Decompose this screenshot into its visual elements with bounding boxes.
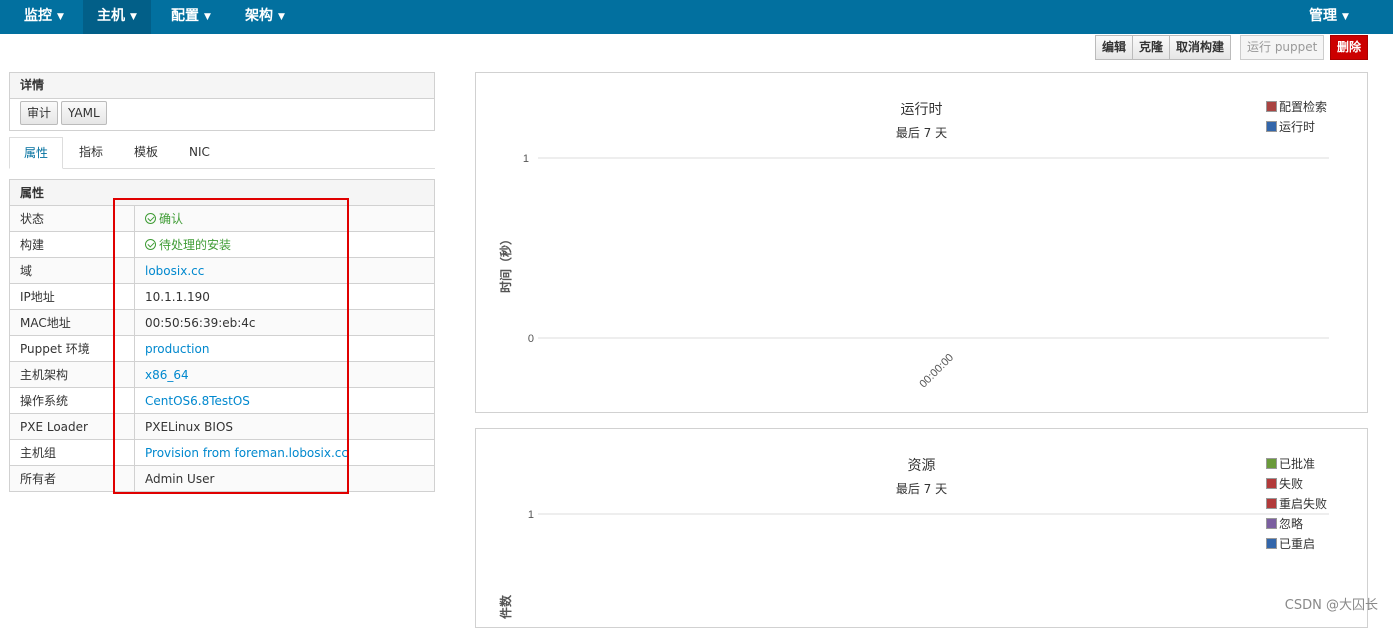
table-row: IP地址 10.1.1.190 [9, 283, 435, 310]
nav-infrastructure[interactable]: 架构 ▼ [231, 0, 299, 34]
runtime-chart-panel: 运行时 最后 7 天 配置检索 运行时 1 0 时间（秒） 00:00:00 [475, 72, 1368, 413]
resources-chart-svg: 1 件数 [498, 509, 1329, 619]
architecture-link[interactable]: x86_64 [134, 361, 435, 388]
property-key: 状态 [9, 205, 135, 232]
clone-button[interactable]: 克隆 [1133, 35, 1171, 60]
nav-infrastructure-label: 架构 [245, 8, 273, 24]
property-key: MAC地址 [9, 309, 135, 336]
host-tabs: 属性 指标 模板 NIC [9, 137, 435, 169]
table-row: 操作系统 CentOS6.8TestOS [9, 387, 435, 414]
property-key: 所有者 [9, 465, 135, 492]
owner-value: Admin User [134, 465, 435, 492]
property-key: 主机组 [9, 439, 135, 466]
nav-admin-label: 管理 [1309, 8, 1337, 24]
y-tick-label: 1 [528, 509, 534, 521]
property-key: 操作系统 [9, 387, 135, 414]
watermark: CSDN @大囚长 [1284, 598, 1378, 613]
tab-properties[interactable]: 属性 [9, 137, 64, 169]
property-value-build: 待处理的安装 [134, 231, 435, 258]
table-row: PXE Loader PXELinux BIOS [9, 413, 435, 440]
table-row: 构建 待处理的安装 [9, 231, 435, 258]
property-key: 域 [9, 257, 135, 284]
y-tick-label: 0 [528, 333, 534, 345]
operating-system-link[interactable]: CentOS6.8TestOS [134, 387, 435, 414]
chevron-down-icon: ▼ [57, 12, 64, 22]
table-row: 域 lobosix.cc [9, 257, 435, 284]
delete-button[interactable]: 删除 [1330, 35, 1369, 60]
tab-metrics[interactable]: 指标 [65, 137, 117, 169]
top-navbar: 监控 ▼ 主机 ▼ 配置 ▼ 架构 ▼ 管理 ▼ [0, 0, 1393, 34]
tab-templates[interactable]: 模板 [120, 137, 172, 169]
properties-header: 属性 [9, 179, 435, 206]
puppet-action-group: 运行 puppet [1240, 35, 1325, 60]
tab-nic[interactable]: NIC [175, 137, 224, 169]
y-tick-label: 1 [523, 153, 529, 165]
pxe-loader-value: PXELinux BIOS [134, 413, 435, 440]
details-title: 详情 [10, 73, 434, 99]
y-axis-label: 时间（秒） [498, 233, 513, 293]
property-key: PXE Loader [9, 413, 135, 440]
edit-button[interactable]: 编辑 [1095, 35, 1134, 60]
chevron-down-icon: ▼ [1342, 12, 1349, 22]
properties-table: 属性 状态 确认 构建 待处理的安装 域 lobosix.cc IP地址 10.… [9, 179, 435, 492]
chevron-down-icon: ▼ [130, 12, 137, 22]
hostgroup-link[interactable]: Provision from foreman.lobosix.cc [134, 439, 435, 466]
property-key: 构建 [9, 231, 135, 258]
property-key: IP地址 [9, 283, 135, 310]
table-row: 主机组 Provision from foreman.lobosix.cc [9, 439, 435, 466]
table-row: Puppet 环境 production [9, 335, 435, 362]
nav-configure-label: 配置 [171, 8, 199, 24]
build-text: 待处理的安装 [159, 238, 232, 252]
table-row: 状态 确认 [9, 205, 435, 232]
cancel-build-button[interactable]: 取消构建 [1170, 35, 1232, 60]
domain-link[interactable]: lobosix.cc [134, 257, 435, 284]
host-action-group: 编辑 克隆 取消构建 [1095, 35, 1232, 60]
nav-configure[interactable]: 配置 ▼ [157, 0, 225, 34]
mac-address-value: 00:50:56:39:eb:4c [134, 309, 435, 336]
table-row: 主机架构 x86_64 [9, 361, 435, 388]
table-row: 所有者 Admin User [9, 465, 435, 492]
property-key: Puppet 环境 [9, 335, 135, 362]
property-key: 主机架构 [9, 361, 135, 388]
x-tick-label: 00:00:00 [917, 352, 956, 391]
delete-action-group: 删除 [1330, 35, 1369, 60]
resources-chart-panel: 资源 最后 7 天 已批准 失败 重启失败 忽略 已重启 1 件数 [475, 428, 1368, 628]
table-row: MAC地址 00:50:56:39:eb:4c [9, 309, 435, 336]
chevron-down-icon: ▼ [204, 12, 211, 22]
nav-hosts[interactable]: 主机 ▼ [83, 0, 151, 34]
status-text: 确认 [159, 212, 184, 226]
runtime-chart-svg: 1 0 时间（秒） 00:00:00 [498, 153, 1329, 391]
nav-admin[interactable]: 管理 ▼ [1295, 0, 1363, 34]
property-value-status: 确认 [134, 205, 435, 232]
y-axis-label: 件数 [498, 594, 513, 619]
audit-button[interactable]: 审计 [20, 101, 59, 125]
nav-hosts-label: 主机 [97, 8, 125, 24]
yaml-button[interactable]: YAML [61, 101, 107, 125]
check-circle-icon [145, 213, 156, 224]
ip-address-value: 10.1.1.190 [134, 283, 435, 310]
run-puppet-button[interactable]: 运行 puppet [1240, 35, 1325, 60]
chevron-down-icon: ▼ [278, 12, 285, 22]
nav-monitor[interactable]: 监控 ▼ [10, 0, 78, 34]
puppet-environment-link[interactable]: production [134, 335, 435, 362]
nav-monitor-label: 监控 [24, 8, 52, 24]
check-circle-icon [145, 239, 156, 250]
